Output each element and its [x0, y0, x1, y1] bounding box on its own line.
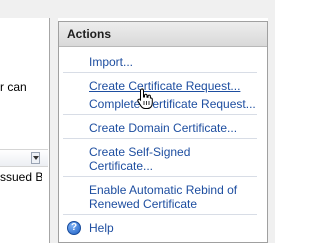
hand-pointer-cursor-icon	[137, 88, 153, 109]
action-create-domain-certificate-label[interactable]: Create Domain Certificate...	[89, 121, 237, 135]
action-enable-automatic-rebind[interactable]: Enable Automatic Rebind of Renewed Certi…	[63, 177, 257, 215]
action-help-label[interactable]: Help	[89, 221, 114, 235]
actions-header: Actions	[59, 22, 267, 47]
action-import-label[interactable]: Import...	[89, 55, 133, 69]
pane-splitter[interactable]	[50, 0, 58, 243]
window-top-strip	[0, 0, 275, 18]
action-create-self-signed-certificate-label[interactable]: Create Self-Signed Certificate...	[89, 145, 190, 173]
action-import[interactable]: Import...	[63, 47, 257, 73]
column-header[interactable]	[0, 149, 48, 167]
action-enable-automatic-rebind-label[interactable]: Enable Automatic Rebind of Renewed Certi…	[89, 183, 237, 211]
action-create-self-signed-certificate[interactable]: Create Self-Signed Certificate...	[63, 139, 257, 177]
actions-pane: Actions Import... Create Certificate Req…	[58, 21, 268, 243]
action-create-certificate-request[interactable]: Create Certificate Request...	[63, 73, 257, 93]
left-content-pane: r can ssued B	[0, 18, 50, 243]
action-list: Import... Create Certificate Request... …	[59, 47, 267, 238]
action-help[interactable]: ? Help	[63, 215, 257, 238]
column-dropdown-icon[interactable]	[31, 152, 40, 164]
action-complete-certificate-request[interactable]: Complete Certificate Request...	[63, 93, 257, 115]
window-right-edge	[268, 0, 275, 243]
left-pane-text: r can	[0, 80, 27, 94]
action-create-certificate-request-label[interactable]: Create Certificate Request...	[89, 79, 240, 93]
action-create-domain-certificate[interactable]: Create Domain Certificate...	[63, 115, 257, 139]
help-icon: ?	[67, 221, 81, 235]
action-complete-certificate-request-label[interactable]: Complete Certificate Request...	[89, 97, 256, 111]
column-cell-issued-by: ssued B	[0, 170, 42, 184]
